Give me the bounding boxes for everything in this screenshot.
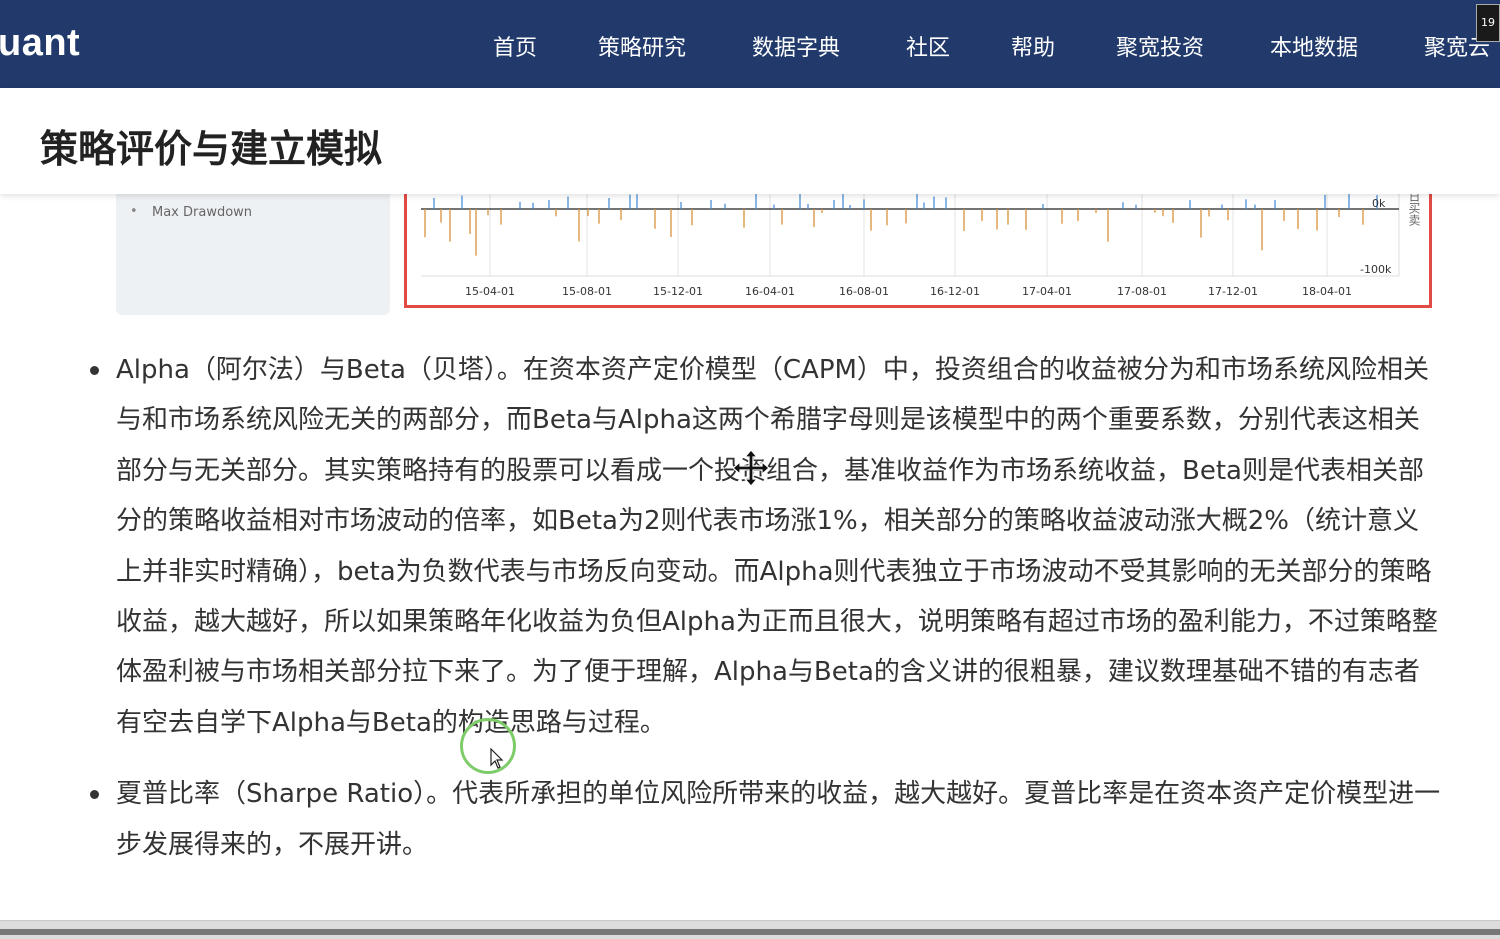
click-indicator-icon [460,718,516,774]
list-item-sharpe: 夏普比率（Sharpe Ratio）。代表所承担的单位风险所带来的收益，越大越好… [90,769,1441,870]
nav-item-community[interactable]: 社区 [906,30,950,62]
site-logo[interactable]: uant [0,22,80,65]
trades-chart [421,180,1400,277]
nav-item-invest[interactable]: 聚宽投资 [1116,30,1204,62]
y-tick: -100k [1360,263,1392,276]
nav-item-help[interactable]: 帮助 [1011,30,1055,62]
nav-item-data-dict[interactable]: 数据字典 [752,30,840,62]
x-tick: 15-04-01 [465,285,515,298]
chart-side-label: 日买卖 [1407,190,1421,226]
metrics-side-panel: Max Drawdown [116,180,390,315]
nav-item-local-data[interactable]: 本地数据 [1270,30,1358,62]
x-tick: 18-04-01 [1302,285,1352,298]
x-tick: 16-04-01 [745,285,795,298]
x-tick: 16-08-01 [839,285,889,298]
list-item-alpha-beta: Alpha（阿尔法）与Beta（贝塔）。在资本资产定价模型（CAPM）中，投资组… [90,345,1441,748]
corner-badge: 19 [1476,4,1500,42]
x-tick: 16-12-01 [930,285,980,298]
article-content: Alpha（阿尔法）与Beta（贝塔）。在资本资产定价模型（CAPM）中，投资组… [90,345,1441,870]
chart-frame: 15-04-01 15-08-01 15-12-01 16-04-01 16-0… [404,180,1432,308]
x-tick: 15-12-01 [653,285,703,298]
top-nav-bar: uant 首页 策略研究 数据字典 社区 帮助 聚宽投资 本地数据 聚宽云 19 [0,0,1500,88]
scrollbar-track[interactable] [0,929,1500,935]
x-tick: 17-08-01 [1117,285,1167,298]
nav-item-home[interactable]: 首页 [493,30,537,62]
horizontal-scrollbar[interactable] [0,920,1500,939]
x-tick: 15-08-01 [562,285,612,298]
nav-item-strategy[interactable]: 策略研究 [598,30,686,62]
x-tick: 17-12-01 [1208,285,1258,298]
x-tick: 17-04-01 [1022,285,1072,298]
move-cursor-icon [732,449,770,487]
page-title: 策略评价与建立模拟 [40,127,383,171]
y-tick: 0k [1372,197,1386,210]
pointer-cursor-icon [490,748,504,769]
title-bar: 策略评价与建立模拟 [0,88,1500,194]
panel-item-max-drawdown[interactable]: Max Drawdown [130,204,252,220]
